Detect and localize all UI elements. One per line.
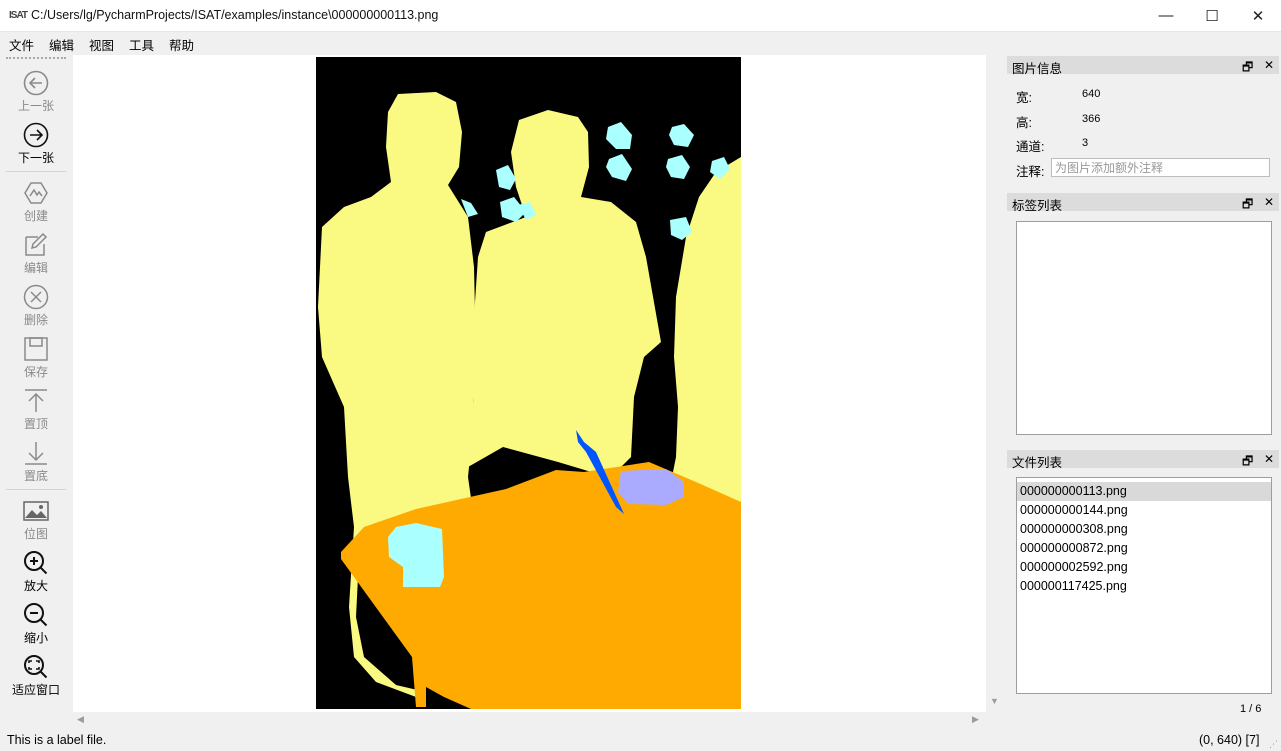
toolbar-separator [6,171,66,172]
file-list-item[interactable]: 000000000872.png [1017,539,1271,558]
float-panel-icon[interactable]: 🗗 [1242,452,1253,473]
labels-panel-header[interactable]: 标签列表 🗗 ✕ [1007,193,1279,213]
title-bar: ISAT C:/Users/lg/PycharmProjects/ISAT/ex… [0,0,1281,32]
zoom-out-icon [24,603,48,627]
file-list-item[interactable]: 000000117425.png [1017,577,1271,596]
to-bottom-label: 置底 [23,469,48,483]
bitmap-button[interactable]: 位图 [0,498,72,548]
app-logo: ISAT [9,10,28,21]
files-panel-title: 文件列表 [1012,456,1063,470]
menu-help[interactable]: 帮助 [169,35,194,54]
zoom-in-icon [24,551,48,575]
to-bottom-icon [25,442,47,465]
image-info-panel-header[interactable]: 图片信息 🗗 ✕ [1007,56,1279,76]
delete-label: 删除 [23,313,48,327]
scroll-down-icon[interactable]: ▼ [990,696,999,706]
file-list-item[interactable]: 000000000144.png [1017,501,1271,520]
to-top-button[interactable]: 置顶 [0,388,72,438]
prev-image-label: 上一张 [17,99,54,113]
to-top-label: 置顶 [23,417,48,431]
save-icon [24,337,48,361]
left-toolbar: 上一张 下一张 创建 编辑 删除 保存 置顶 置底 位图 放大 缩小 适应窗口 [0,55,72,729]
height-label: 高: [1016,116,1032,130]
horizontal-scrollbar[interactable]: ◀ ▶ [73,712,986,728]
channels-label: 通道: [1016,140,1045,154]
height-value: 366 [1082,113,1101,125]
zoom-in-label: 放大 [23,579,48,593]
resize-grip-icon[interactable]: ⋰ [1269,739,1279,749]
delete-button[interactable]: 删除 [0,284,72,334]
status-message: This is a label file. [7,733,107,747]
labels-list[interactable] [1016,221,1272,435]
menu-bar: 文件 编辑 视图 工具 帮助 [0,32,1281,54]
close-panel-icon[interactable]: ✕ [1264,195,1274,209]
scroll-right-icon[interactable]: ▶ [972,714,979,725]
create-label: 创建 [23,209,48,223]
zoom-out-label: 缩小 [23,631,48,645]
files-panel-header[interactable]: 文件列表 🗗 ✕ [1007,450,1279,470]
status-bar: This is a label file. (0, 640) [7] ⋰ [0,729,1281,751]
fit-window-button[interactable]: 适应窗口 [0,654,72,704]
arrow-left-circle-icon [23,70,49,96]
polygon-create-icon [24,182,48,204]
scroll-left-icon[interactable]: ◀ [77,714,84,725]
file-list-item[interactable]: 000000000308.png [1017,520,1271,539]
toolbar-grip[interactable] [6,57,66,59]
menu-view[interactable]: 视图 [89,35,114,54]
fit-window-icon [24,655,48,679]
create-button[interactable]: 创建 [0,180,72,230]
edit-label: 编辑 [23,261,48,275]
image-info-panel-title: 图片信息 [1012,62,1063,76]
zoom-in-button[interactable]: 放大 [0,550,72,600]
edit-button[interactable]: 编辑 [0,232,72,282]
files-list[interactable]: 000000000113.png 000000000144.png 000000… [1016,477,1272,694]
segmentation-mask [316,57,741,709]
maximize-button[interactable]: ☐ [1189,0,1235,31]
file-list-item[interactable]: 000000002592.png [1017,558,1271,577]
segmentation-image[interactable] [316,57,741,709]
close-panel-icon[interactable]: ✕ [1264,452,1274,466]
save-button[interactable]: 保存 [0,336,72,386]
file-list-item[interactable]: 000000000113.png [1017,482,1271,501]
note-label: 注释: [1016,165,1045,179]
window-title: C:/Users/lg/PycharmProjects/ISAT/example… [31,8,439,22]
toolbar-separator [6,489,66,490]
note-input[interactable] [1051,158,1270,177]
labels-panel-title: 标签列表 [1012,199,1063,213]
zoom-out-button[interactable]: 缩小 [0,602,72,652]
arrow-right-circle-icon [23,122,49,148]
bitmap-icon [23,501,49,521]
next-image-label: 下一张 [17,151,54,165]
float-panel-icon[interactable]: 🗗 [1242,58,1253,79]
save-label: 保存 [23,365,48,379]
minimize-button[interactable]: — [1143,0,1189,31]
float-panel-icon[interactable]: 🗗 [1242,195,1253,216]
delete-circle-icon [23,284,49,310]
width-value: 640 [1082,88,1101,100]
menu-tools[interactable]: 工具 [129,35,154,54]
menu-file[interactable]: 文件 [9,35,34,54]
channels-value: 3 [1082,137,1089,149]
bitmap-label: 位图 [23,527,48,541]
close-button[interactable]: ✕ [1235,0,1281,31]
width-label: 宽: [1016,91,1032,105]
menu-edit[interactable]: 编辑 [49,35,74,54]
prev-image-button[interactable]: 上一张 [0,70,72,120]
file-page-indicator: 1 / 6 [1240,703,1262,715]
close-panel-icon[interactable]: ✕ [1264,58,1274,72]
fit-window-label: 适应窗口 [11,683,60,697]
next-image-button[interactable]: 下一张 [0,122,72,172]
to-bottom-button[interactable]: 置底 [0,440,72,490]
cursor-coordinates: (0, 640) [7] [1199,733,1260,747]
vertical-scrollbar[interactable]: ▼ [986,55,1002,712]
to-top-icon [25,389,47,412]
annotation-canvas[interactable] [73,55,986,712]
edit-icon [25,232,48,256]
